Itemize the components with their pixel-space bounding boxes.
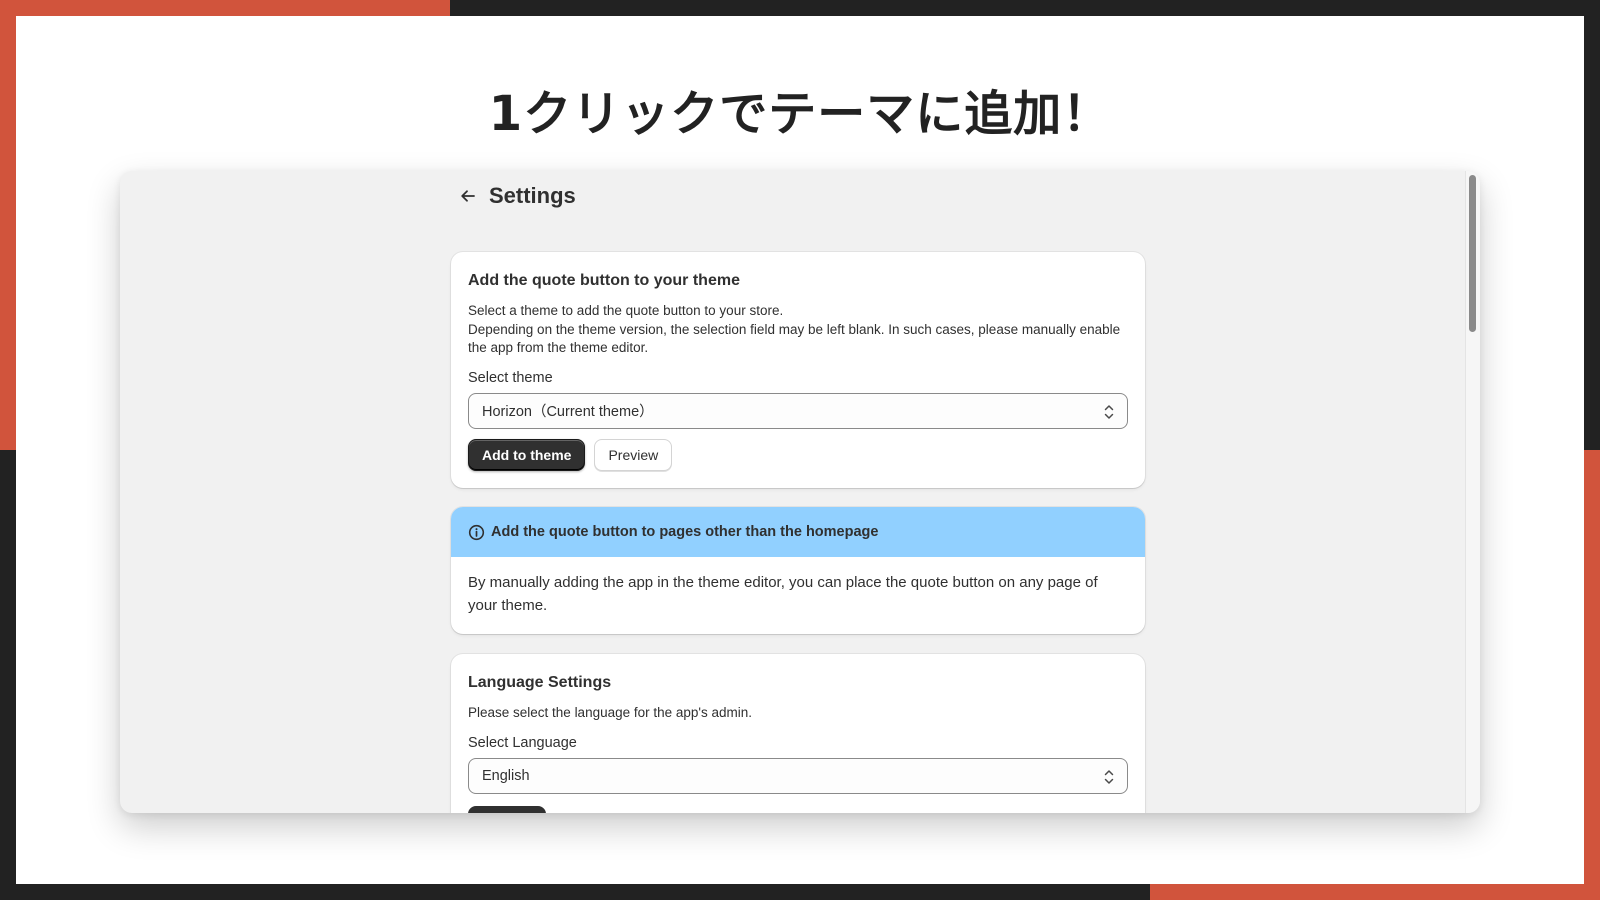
page-header: Settings: [455, 179, 576, 213]
add-to-theme-button[interactable]: Add to theme: [468, 438, 586, 471]
language-save-button[interactable]: [468, 806, 546, 813]
info-banner-title: Add the quote button to pages other than…: [491, 524, 879, 540]
window-scrollbar[interactable]: [1465, 171, 1480, 813]
chevron-up-down-icon: [1104, 404, 1114, 419]
scrollbar-thumb[interactable]: [1469, 175, 1476, 332]
theme-actions: Add to theme Preview: [468, 438, 1128, 471]
app-window: Settings Add the quote button to your th…: [120, 171, 1480, 813]
select-language-label: Select Language: [468, 734, 577, 751]
language-card-title: Language Settings: [468, 674, 612, 691]
select-language-dropdown[interactable]: English: [468, 757, 1128, 794]
theme-card-description-line1: Select a theme to add the quote button t…: [468, 303, 784, 318]
info-banner: Add the quote button to pages other than…: [451, 507, 1145, 634]
chevron-up-down-icon: [1104, 769, 1114, 784]
info-banner-header: Add the quote button to pages other than…: [451, 507, 1145, 557]
select-theme-dropdown[interactable]: Horizon（Current theme）: [468, 392, 1128, 429]
info-banner-body: By manually adding the app in the theme …: [468, 574, 1098, 614]
language-card: Language Settings Please select the lang…: [451, 654, 1145, 813]
select-theme-label: Select theme: [468, 369, 553, 386]
slide-headline: 1クリックでテーマに追加！: [488, 86, 1112, 142]
slide-frame: 1クリックでテーマに追加！ Settings Add the quote but…: [0, 0, 1600, 900]
slide-canvas: 1クリックでテーマに追加！ Settings Add the quote but…: [16, 16, 1584, 884]
select-language-value: English: [482, 767, 530, 784]
arrow-left-icon: [461, 190, 475, 202]
select-theme-value: Horizon（Current theme）: [482, 404, 654, 420]
language-card-description: Please select the language for the app's…: [468, 705, 753, 720]
preview-button[interactable]: Preview: [594, 438, 673, 471]
info-circle-icon: [467, 523, 485, 541]
back-button[interactable]: [455, 183, 481, 209]
theme-card-description-line2: Depending on the theme version, the sele…: [468, 321, 1121, 356]
theme-card: Add the quote button to your theme Selec…: [451, 252, 1145, 488]
page-title: Settings: [489, 183, 576, 208]
theme-card-title: Add the quote button to your theme: [468, 272, 740, 289]
